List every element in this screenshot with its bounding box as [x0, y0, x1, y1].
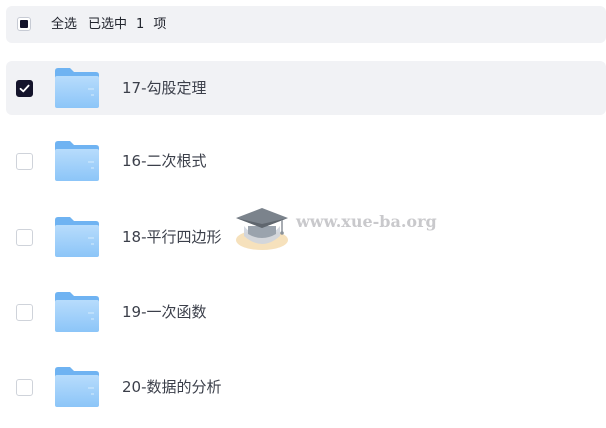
- row-checkbox[interactable]: [16, 80, 33, 97]
- graduation-cap-logo: [236, 208, 288, 250]
- file-name[interactable]: 20-数据的分析: [122, 360, 222, 414]
- selected-suffix: 项: [153, 17, 167, 32]
- selection-summary: 全选 已选中 1 项: [51, 6, 166, 43]
- folder-icon: [55, 141, 99, 181]
- row-checkbox[interactable]: [16, 229, 33, 246]
- folder-icon: [55, 68, 99, 108]
- select-all-checkbox[interactable]: [17, 17, 31, 31]
- row-checkbox[interactable]: [16, 304, 33, 321]
- file-name[interactable]: 18-平行四边形: [122, 210, 222, 264]
- file-row[interactable]: 20-数据的分析: [6, 360, 606, 414]
- file-name[interactable]: 16-二次根式: [122, 134, 207, 188]
- file-row[interactable]: 17-勾股定理: [6, 61, 606, 115]
- file-row[interactable]: 19-一次函数: [6, 285, 606, 339]
- checkmark-icon: [19, 84, 30, 93]
- file-row[interactable]: 16-二次根式: [6, 134, 606, 188]
- select-all-label[interactable]: 全选: [51, 6, 77, 43]
- watermark: www.xue-ba.org: [232, 196, 442, 256]
- file-name[interactable]: 19-一次函数: [122, 285, 207, 339]
- row-checkbox[interactable]: [16, 379, 33, 396]
- selected-prefix: 已选中: [88, 17, 128, 32]
- row-checkbox[interactable]: [16, 153, 33, 170]
- selection-toolbar: 全选 已选中 1 项: [6, 6, 606, 43]
- folder-icon: [55, 217, 99, 257]
- folder-icon: [55, 292, 99, 332]
- file-name[interactable]: 17-勾股定理: [122, 61, 207, 115]
- selected-count: 1: [136, 17, 145, 32]
- folder-icon: [55, 367, 99, 407]
- partial-selection-indicator: [20, 20, 28, 28]
- watermark-text: www.xue-ba.org: [296, 212, 437, 231]
